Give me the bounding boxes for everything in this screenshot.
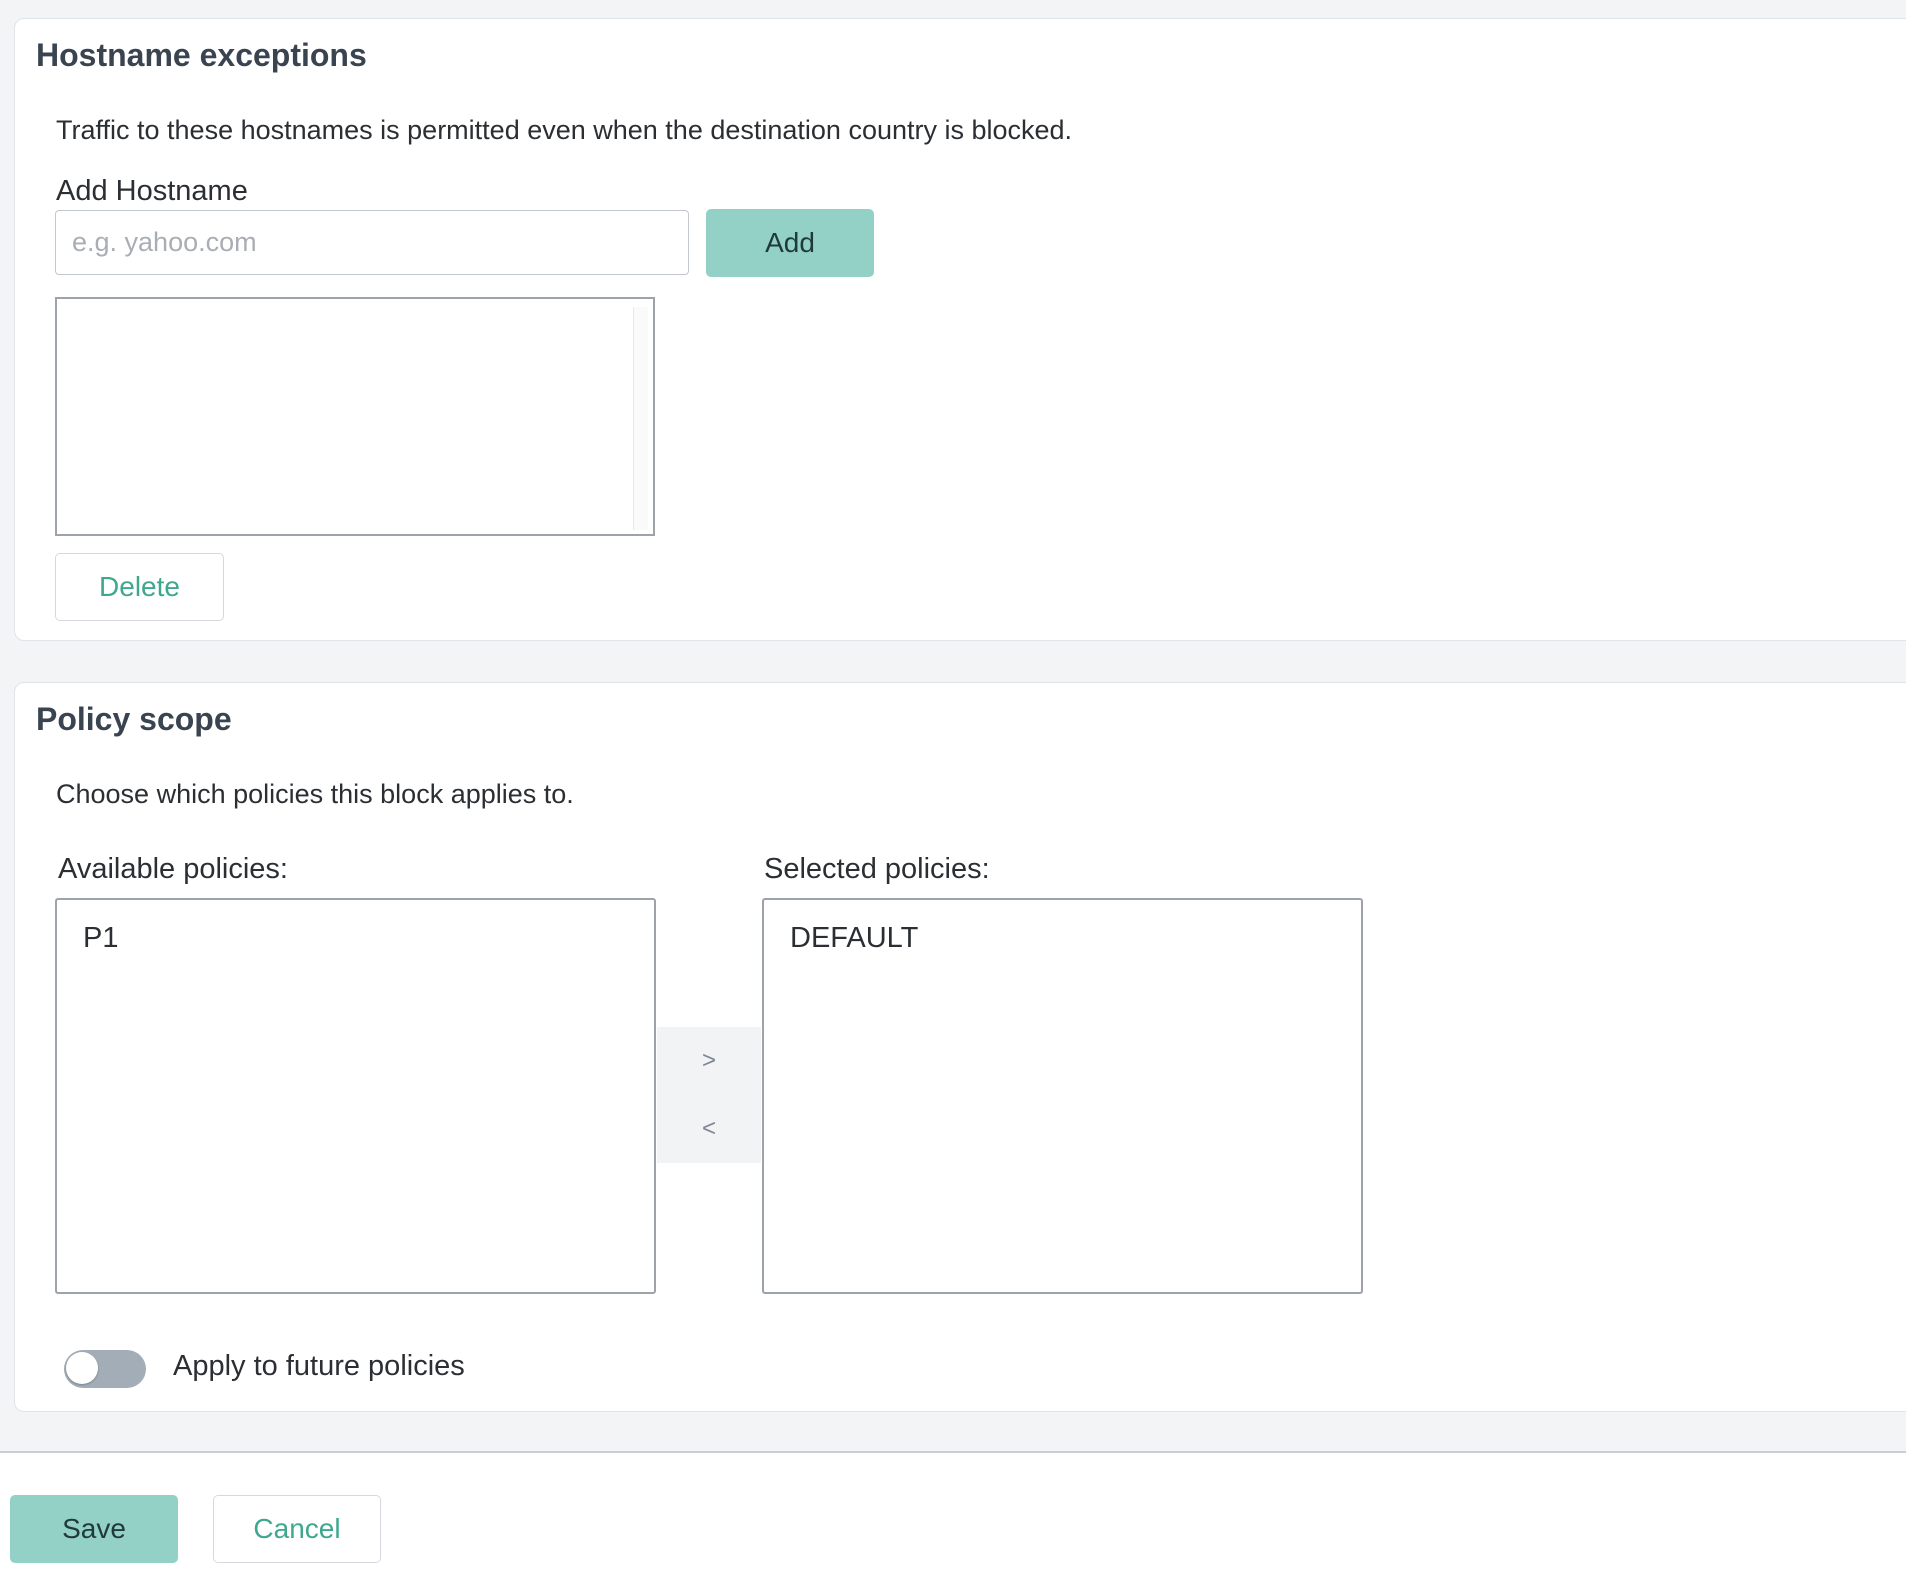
- available-policies-label: Available policies:: [58, 853, 288, 885]
- hostname-exceptions-card: Hostname exceptions Traffic to these hos…: [14, 18, 1906, 641]
- toggle-knob: [66, 1352, 98, 1384]
- selected-policies-label: Selected policies:: [764, 853, 990, 885]
- apply-future-policies-toggle[interactable]: [64, 1350, 146, 1388]
- policy-scope-title: Policy scope: [36, 701, 232, 737]
- move-left-button[interactable]: <: [657, 1107, 761, 1151]
- move-right-button[interactable]: >: [657, 1039, 761, 1083]
- transfer-controls: > <: [657, 1027, 761, 1163]
- hostname-exceptions-description: Traffic to these hostnames is permitted …: [56, 115, 1073, 145]
- form-footer: Save Cancel: [0, 1451, 1906, 1570]
- available-policy-option[interactable]: P1: [57, 918, 654, 959]
- hostname-input[interactable]: [55, 210, 689, 275]
- policy-scope-description: Choose which policies this block applies…: [56, 779, 574, 809]
- apply-future-policies-label: Apply to future policies: [173, 1350, 465, 1382]
- selected-policies-list[interactable]: DEFAULT: [762, 898, 1363, 1294]
- hostname-list-scrollbar[interactable]: [633, 307, 648, 530]
- hostname-exceptions-title: Hostname exceptions: [36, 37, 367, 73]
- add-hostname-label: Add Hostname: [56, 175, 248, 207]
- selected-policy-option[interactable]: DEFAULT: [764, 918, 1361, 959]
- add-hostname-button[interactable]: Add: [706, 209, 874, 277]
- delete-hostname-button[interactable]: Delete: [55, 553, 224, 621]
- policy-scope-card: Policy scope Choose which policies this …: [14, 682, 1906, 1412]
- cancel-button[interactable]: Cancel: [213, 1495, 381, 1563]
- save-button[interactable]: Save: [10, 1495, 178, 1563]
- available-policies-list[interactable]: P1: [55, 898, 656, 1294]
- hostname-list[interactable]: [55, 297, 655, 536]
